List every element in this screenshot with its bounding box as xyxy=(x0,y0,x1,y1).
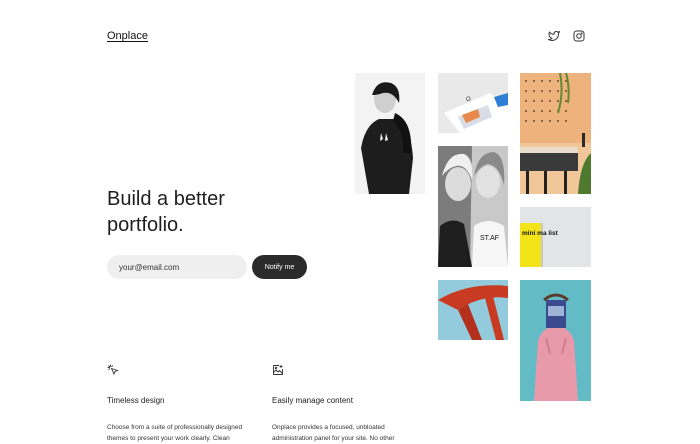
image-add-icon xyxy=(272,364,284,376)
cursor-click-icon xyxy=(107,364,119,376)
notify-me-button[interactable]: Notify me xyxy=(252,255,307,279)
feature-timeless-design: Timeless design Choose from a suite of p… xyxy=(107,364,257,444)
feature-text: Choose from a suite of professionally de… xyxy=(107,424,243,442)
photo-magazine-text: O xyxy=(466,97,471,103)
photo-magazine[interactable]: O xyxy=(438,73,508,133)
photo-two-women[interactable]: ST.AF xyxy=(438,146,508,267)
email-input[interactable] xyxy=(107,255,247,279)
feature-text: Onplace provides a focused, unbloated ad… xyxy=(272,424,395,442)
photo-two-women-text: ST.AF xyxy=(480,235,499,242)
twitter-icon xyxy=(548,30,560,42)
instagram-icon xyxy=(573,30,585,42)
feature-easily-manage-content: Easily manage content Onplace provides a… xyxy=(272,364,422,444)
photo-minimalist-book[interactable]: mini ma list xyxy=(520,207,591,267)
twitter-link[interactable] xyxy=(548,30,560,42)
feature-title: Timeless design xyxy=(107,396,165,405)
photo-cafe-interior[interactable] xyxy=(520,73,591,194)
photo-red-sculpture[interactable] xyxy=(438,280,508,340)
feature-title: Easily manage content xyxy=(272,396,353,405)
brand-logo[interactable]: Onplace xyxy=(107,30,148,42)
instagram-link[interactable] xyxy=(573,30,585,42)
photo-book-text: mini ma list xyxy=(522,230,559,237)
photo-woman-pink-coat[interactable] xyxy=(520,280,591,401)
photo-woman-bw-hoodie[interactable] xyxy=(355,73,425,194)
hero-title: Build a better portfolio. xyxy=(107,188,225,236)
